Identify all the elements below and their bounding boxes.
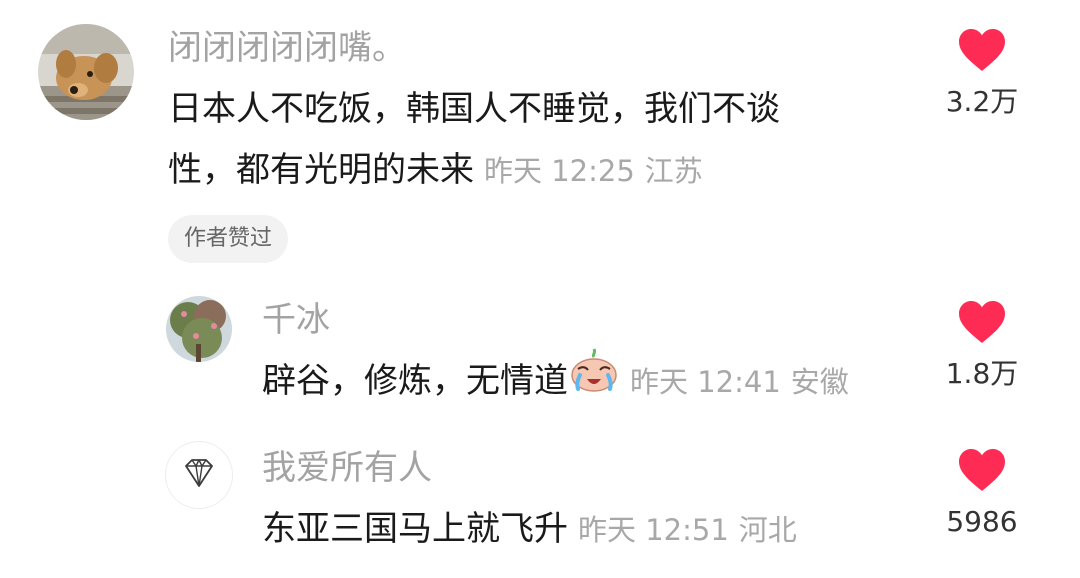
- like-count: 5986: [946, 505, 1018, 538]
- comment-text-line: 性，都有光明的未来: [168, 150, 474, 190]
- comment-location: 江苏: [644, 154, 703, 188]
- comment-time: 昨天 12:41: [630, 365, 781, 399]
- like-button[interactable]: 3.2万: [922, 28, 1042, 122]
- comment-text-line: 辟谷，修炼，无情道: [262, 361, 568, 401]
- comment-username[interactable]: 我爱所有人: [262, 446, 432, 490]
- comment-list: 闭闭闭闭闭嘴。 日本人不吃饭，韩国人不睡觉，我们不谈 性，都有光明的未来 昨天 1…: [0, 0, 1080, 578]
- comment-text: 辟谷，修炼，无情道 昨天 12:41 安徽: [262, 347, 849, 411]
- comment-time: 昨天 12:25: [484, 154, 635, 188]
- tree-avatar-icon: [166, 296, 232, 362]
- avatar[interactable]: [38, 24, 134, 120]
- comment-location: 安徽: [790, 365, 849, 399]
- comment-username[interactable]: 闭闭闭闭闭嘴。: [168, 26, 406, 70]
- like-button[interactable]: 1.8万: [922, 300, 1042, 394]
- like-count: 1.8万: [945, 357, 1019, 390]
- heart-icon: [959, 449, 1005, 491]
- author-liked-badge: 作者赞过: [168, 215, 289, 263]
- comment-text-line: 日本人不吃饭，韩国人不睡觉，我们不谈: [168, 89, 780, 129]
- comment-username[interactable]: 千冰: [262, 298, 330, 342]
- heart-icon: [959, 29, 1005, 71]
- comment-text: 东亚三国马上就飞升 昨天 12:51 河北: [262, 500, 797, 559]
- like-count: 3.2万: [945, 85, 1019, 118]
- comment-text: 日本人不吃饭，韩国人不睡觉，我们不谈: [168, 80, 780, 138]
- comment-text: 性，都有光明的未来 昨天 12:25 江苏: [168, 141, 703, 200]
- avatar[interactable]: [166, 442, 232, 508]
- like-button[interactable]: 5986: [922, 448, 1042, 542]
- diamond-avatar-icon: [166, 442, 232, 508]
- comment-text-line: 东亚三国马上就飞升: [262, 509, 568, 549]
- comment-time: 昨天 12:51: [578, 513, 729, 547]
- crying-laughing-emoji-icon: [568, 347, 620, 411]
- heart-icon: [959, 301, 1005, 343]
- comment-location: 河北: [738, 513, 797, 547]
- avatar[interactable]: [166, 296, 232, 362]
- dog-avatar-icon: [38, 24, 134, 120]
